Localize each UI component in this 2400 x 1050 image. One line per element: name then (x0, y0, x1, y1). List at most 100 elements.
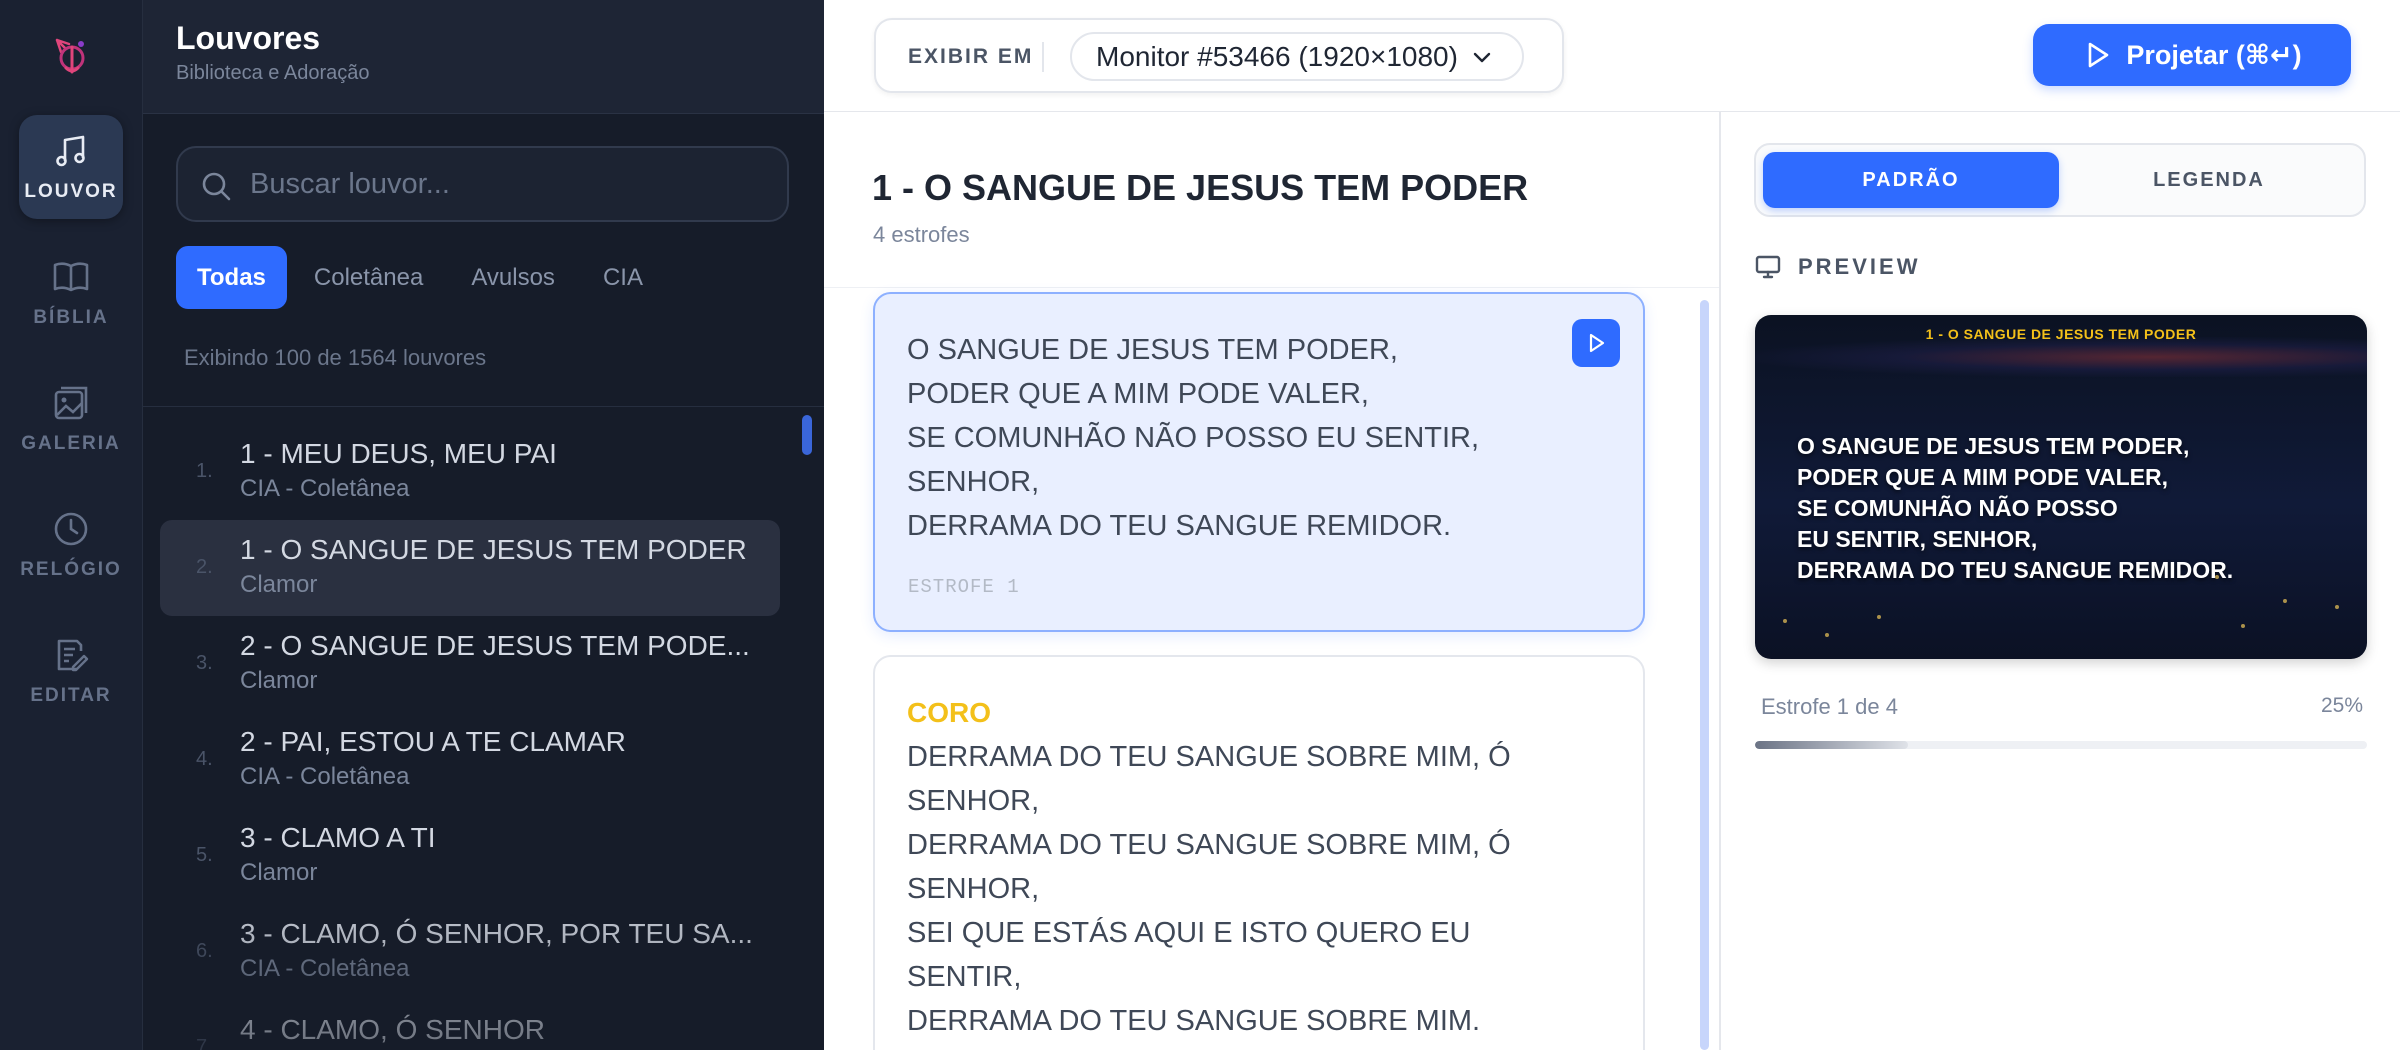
stanza-card[interactable]: CORO DERRAMA DO TEU SANGUE SOBRE MIM, Ó … (873, 655, 1645, 1050)
library-scrollbar[interactable] (802, 415, 812, 455)
song-number: 2. (196, 556, 213, 578)
song-title: 2 - O SANGUE DE JESUS TEM PODE... (240, 630, 750, 661)
song-source: CIA - Coletânea (240, 763, 410, 790)
sparkle (2335, 605, 2339, 609)
song-title: 2 - PAI, ESTOU A TE CLAMAR (240, 726, 626, 757)
stanza-progress-bar (1755, 741, 2367, 749)
project-button-label: Projetar (⌘↵) (2126, 39, 2302, 70)
song-list-item[interactable]: 7. 4 - CLAMO, Ó SENHOR (160, 1000, 780, 1050)
slide-line: SE COMUNHÃO NÃO POSSO (1797, 495, 2118, 521)
stanza-line: DERRAMA DO TEU SANGUE SOBRE MIM, Ó (907, 741, 1511, 773)
rail-label-relogio: RELÓGIO (20, 559, 122, 580)
search-input[interactable] (250, 162, 770, 206)
display-mode-toggle: PADRÃO LEGENDA (1754, 143, 2366, 217)
chevron-down-icon (1473, 52, 1491, 63)
stanza-card-active[interactable]: O SANGUE DE JESUS TEM PODER, PODER QUE A… (873, 292, 1645, 632)
rail-item-relogio[interactable]: RELÓGIO (19, 493, 123, 597)
rail-item-biblia[interactable]: BÍBLIA (19, 241, 123, 345)
rail-label-galeria: GALERIA (21, 433, 121, 454)
song-library-panel: Louvores Biblioteca e Adoração Todas Col… (143, 0, 824, 1050)
stanza-line: O SANGUE DE JESUS TEM PODER, (907, 334, 1398, 366)
display-label: EXIBIR EM (908, 45, 1034, 68)
stanza-scrollbar[interactable] (1700, 300, 1709, 1050)
monitor-icon (1755, 255, 1781, 279)
mode-legenda-button[interactable]: LEGENDA (2061, 152, 2357, 208)
navigation-rail: LOUVOR BÍBLIA GALERIA RELÓGIO EDITAR (0, 0, 143, 1050)
stanza-line: DERRAMA DO TEU SANGUE SOBRE MIM, Ó (907, 829, 1511, 861)
display-target-selector: EXIBIR EM Monitor #53466 (1920×1080) (874, 18, 1564, 93)
song-list-item[interactable]: 1. 1 - MEU DEUS, MEU PAI CIA - Coletânea (160, 424, 780, 520)
clock-icon (54, 512, 88, 546)
filter-chips: Todas Coletânea Avulsos CIA (176, 246, 664, 309)
book-icon (53, 262, 89, 292)
stanza-line: SENTIR, (907, 961, 1022, 993)
stanza-play-button[interactable] (1572, 319, 1620, 367)
monitor-dropdown[interactable]: Monitor #53466 (1920×1080) (1070, 32, 1524, 81)
project-button[interactable]: Projetar (⌘↵) (2033, 24, 2351, 86)
stanza-line: SE COMUNHÃO NÃO POSSO EU SENTIR, (907, 422, 1480, 454)
song-source: Clamor (240, 667, 318, 694)
stanza-progress-fill (1755, 741, 1908, 749)
song-title: 4 - CLAMO, Ó SENHOR (240, 1014, 545, 1045)
song-list-item[interactable]: 4. 2 - PAI, ESTOU A TE CLAMAR CIA - Cole… (160, 712, 780, 808)
song-number: 4. (196, 748, 213, 770)
edit-document-icon (57, 639, 89, 672)
stanza-line: DERRAMA DO TEU SANGUE REMIDOR. (907, 510, 1452, 542)
filter-cia[interactable]: CIA (582, 246, 664, 309)
preview-panel: PADRÃO LEGENDA PREVIEW 1 - O SANGUE DE J… (1719, 112, 2400, 1050)
song-list-item[interactable]: 3. 2 - O SANGUE DE JESUS TEM PODE... Cla… (160, 616, 780, 712)
play-icon (1589, 333, 1605, 353)
chorus-tag: CORO (907, 697, 991, 728)
music-note-icon (56, 135, 85, 167)
mode-padrao-button[interactable]: PADRÃO (1763, 152, 2059, 208)
song-source: Clamor (240, 859, 318, 886)
slide-glow (1755, 337, 2367, 377)
song-number: 1. (196, 460, 213, 482)
sparkle (2283, 599, 2287, 603)
preview-heading: PREVIEW (1754, 253, 1920, 281)
rail-item-galeria[interactable]: GALERIA (19, 367, 123, 471)
monitor-value: Monitor #53466 (1920×1080) (1096, 40, 1458, 72)
image-gallery-icon (54, 386, 88, 420)
app-logo-icon (47, 30, 95, 78)
rail-label-louvor: LOUVOR (24, 181, 118, 202)
song-number: 6. (196, 940, 213, 962)
song-title: 3 - CLAMO A TI (240, 822, 436, 853)
song-title: 3 - CLAMO, Ó SENHOR, POR TEU SA... (240, 918, 753, 949)
slide-title: 1 - O SANGUE DE JESUS TEM PODER (1925, 326, 2197, 342)
slide-line: DERRAMA DO TEU SANGUE REMIDOR. (1797, 557, 2234, 583)
sparkle (1783, 619, 1787, 623)
stanza-lines: O SANGUE DE JESUS TEM PODER, PODER QUE A… (907, 328, 1479, 548)
top-bar: EXIBIR EM Monitor #53466 (1920×1080) Pro… (824, 0, 2400, 112)
rail-label-editar: EDITAR (30, 685, 112, 706)
rail-label-biblia: BÍBLIA (33, 307, 109, 328)
filter-todas[interactable]: Todas (176, 246, 287, 309)
stanza-line: SENHOR, (907, 466, 1040, 498)
filter-coletanea[interactable]: Coletânea (293, 246, 444, 309)
filter-avulsos[interactable]: Avulsos (450, 246, 576, 309)
preview-label: PREVIEW (1798, 254, 1921, 279)
song-header: 1 - O SANGUE DE JESUS TEM PODER 4 estrof… (824, 112, 1719, 288)
slide-line: EU SENTIR, SENHOR, (1797, 526, 2038, 552)
song-number: 5. (196, 844, 213, 866)
song-source: Clamor (240, 571, 318, 598)
song-detail-panel: 1 - O SANGUE DE JESUS TEM PODER 4 estrof… (824, 112, 1719, 1050)
stanza-line: PODER QUE A MIM PODE VALER, (907, 378, 1369, 410)
slide-line: PODER QUE A MIM PODE VALER, (1797, 464, 2169, 490)
library-header: Louvores Biblioteca e Adoração (143, 0, 824, 114)
stanza-line: DERRAMA DO TEU SANGUE SOBRE MIM. (907, 1005, 1481, 1037)
song-source: CIA - Coletânea (240, 475, 410, 502)
song-list-item-selected[interactable]: 2. 1 - O SANGUE DE JESUS TEM PODER Clamo… (160, 520, 780, 616)
song-list-item[interactable]: 5. 3 - CLAMO A TI Clamor (160, 808, 780, 904)
stanza-line: SENHOR, (907, 873, 1040, 905)
library-subtitle: Biblioteca e Adoração (176, 62, 370, 84)
rail-item-editar[interactable]: EDITAR (19, 619, 123, 723)
song-heading: 1 - O SANGUE DE JESUS TEM PODER (872, 167, 1529, 208)
song-list: 1. 1 - MEU DEUS, MEU PAI CIA - Coletânea… (160, 424, 780, 1050)
song-list-item[interactable]: 6. 3 - CLAMO, Ó SENHOR, POR TEU SA... CI… (160, 904, 780, 1000)
sparkle (2215, 575, 2219, 579)
stanza-count: 4 estrofes (873, 222, 970, 247)
sparkle (1825, 633, 1829, 637)
song-number: 7. (196, 1036, 213, 1050)
rail-item-louvor[interactable]: LOUVOR (19, 115, 123, 219)
